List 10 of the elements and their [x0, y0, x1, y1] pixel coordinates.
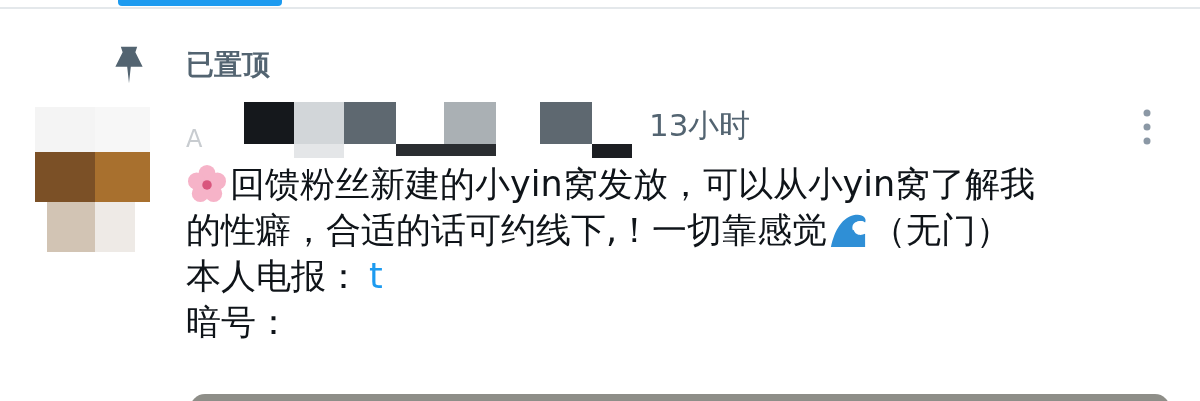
- post-text: （无门）: [871, 209, 1012, 252]
- post-text: 暗号：: [186, 301, 291, 344]
- post-text: 本人电报：: [186, 255, 361, 298]
- post-text: 的性癖，合适的话可约线下,！一切靠感觉: [186, 209, 828, 252]
- more-icon[interactable]: [1142, 109, 1152, 145]
- post-time: 13小时: [649, 106, 751, 145]
- post-text: 回馈粉丝新建的小yin窝发放，可以从小yin窝了解我: [230, 163, 1036, 206]
- post-link[interactable]: t: [369, 253, 383, 299]
- blossom-icon: [188, 165, 226, 203]
- pinned-label: 已置顶: [186, 47, 270, 83]
